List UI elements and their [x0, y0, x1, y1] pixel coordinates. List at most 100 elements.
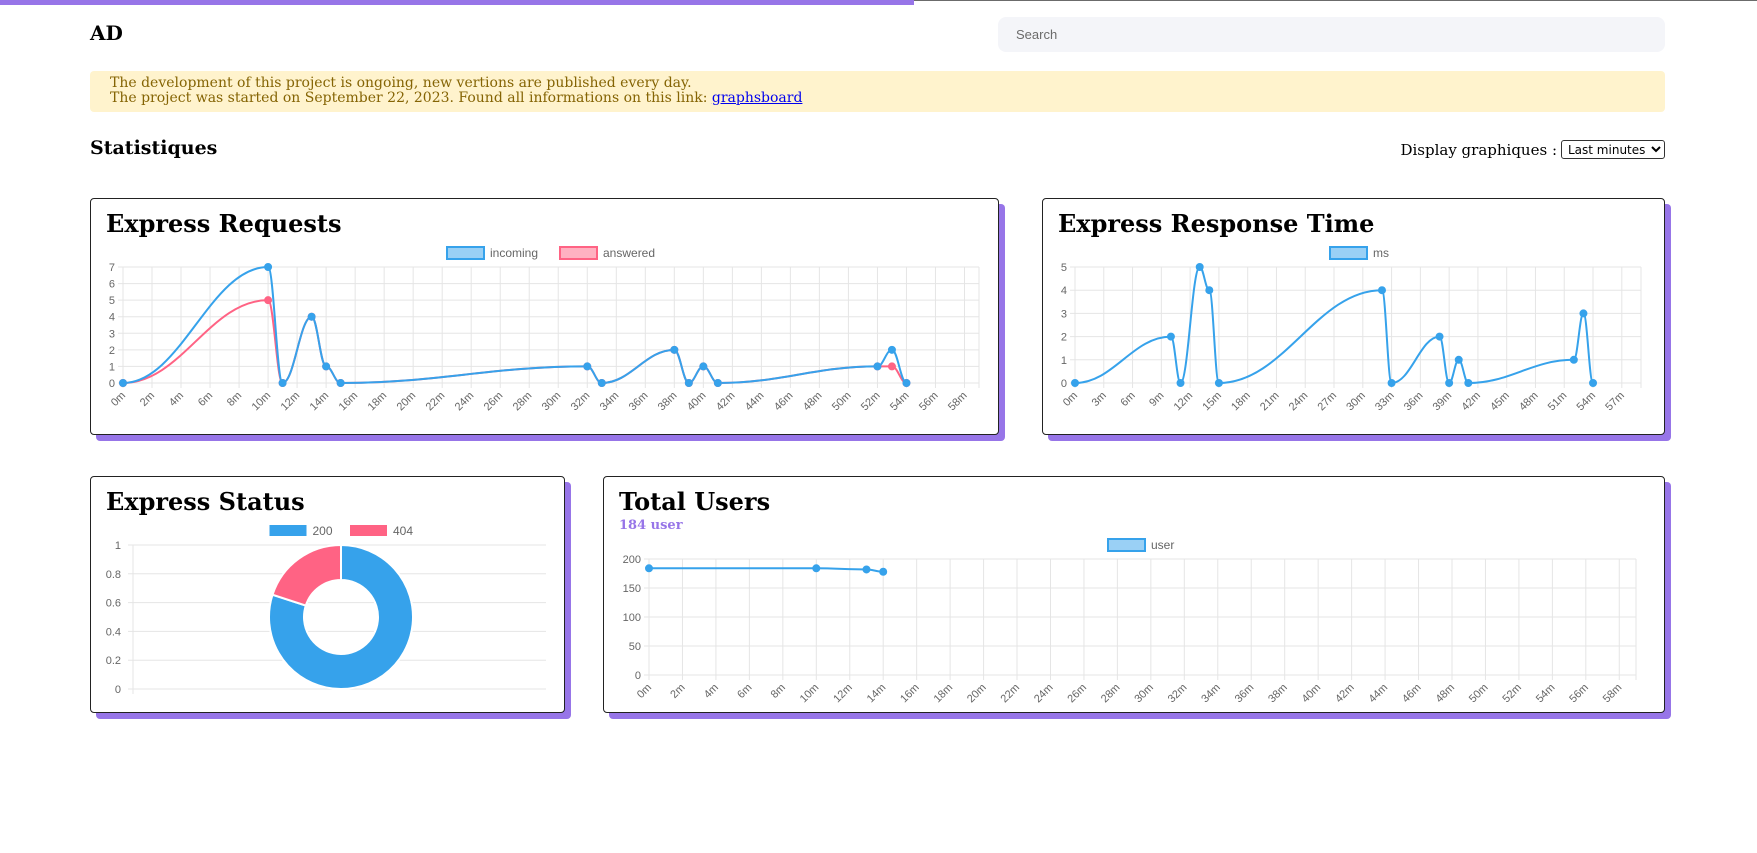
data-point-ms: [1377, 286, 1386, 295]
data-point-ms: [1205, 286, 1214, 295]
x-tick-label: 38m: [1266, 682, 1290, 706]
y-tick-label: 0.8: [106, 569, 121, 581]
legend-swatch-answered: [559, 246, 598, 260]
y-tick-label: 6: [109, 279, 115, 291]
data-point-incoming: [322, 362, 331, 371]
data-point-user: [879, 567, 888, 576]
legend-swatch-incoming: [446, 246, 485, 260]
x-tick-label: 4m: [702, 682, 721, 701]
search-input[interactable]: [998, 17, 1665, 52]
notice-line-2-text: The project was started on September 22,…: [110, 90, 708, 106]
x-tick-label: 18m: [366, 390, 390, 414]
data-point-ms: [1166, 332, 1175, 341]
display-graph-control: Display graphiques : Last minutes: [1400, 140, 1665, 159]
x-tick-label: 50m: [1467, 682, 1491, 706]
x-tick-label: 9m: [1147, 390, 1166, 409]
y-tick-label: 0: [1061, 378, 1067, 390]
x-tick-label: 32m: [1166, 682, 1190, 706]
x-tick-label: 0m: [1061, 390, 1080, 409]
y-tick-label: 0.2: [106, 655, 121, 667]
status-chart: 0 0.2 0.4 0.6 0.8 1 200 404: [106, 524, 546, 696]
display-period-select[interactable]: Last minutes: [1561, 140, 1665, 159]
x-tick-label: 28m: [1099, 682, 1123, 706]
notice-line-2: The project was started on September 22,…: [110, 91, 1645, 106]
data-point-incoming: [336, 379, 345, 387]
data-point-user: [812, 564, 821, 573]
series-line-user: [649, 567, 884, 573]
top-progress-bar: [0, 0, 914, 5]
data-point-incoming: [278, 379, 287, 387]
x-tick-label: 54m: [1534, 682, 1558, 706]
users-card: Total Users 184 user 0 50 100 150 200 0m 2m 4m 6…: [603, 476, 1665, 713]
data-point-ms: [1569, 355, 1578, 364]
y-tick-label: 4: [1061, 285, 1067, 297]
x-tick-label: 6m: [1118, 390, 1137, 409]
x-tick-label: 12m: [831, 682, 855, 706]
y-tick-label: 7: [109, 262, 115, 274]
display-label: Display graphiques :: [1400, 140, 1557, 159]
x-tick-label: 44m: [743, 390, 767, 414]
x-tick-label: 16m: [898, 682, 922, 706]
y-tick-label: 200: [623, 554, 641, 566]
data-point-user: [862, 565, 871, 574]
x-tick-label: 36m: [1402, 390, 1426, 414]
legend-label-ms: ms: [1373, 246, 1389, 260]
legend-swatch-user: [1107, 538, 1146, 552]
y-tick-label: 1: [1061, 355, 1067, 367]
x-tick-label: 24m: [1032, 682, 1056, 706]
x-tick-label: 30m: [1344, 390, 1368, 414]
y-tick-label: 50: [629, 641, 641, 653]
statistics-title: Statistiques: [90, 137, 218, 159]
x-tick-label: 30m: [540, 390, 564, 414]
x-tick-label: 12m: [1172, 390, 1196, 414]
data-point-incoming: [119, 379, 127, 387]
data-point-incoming: [887, 345, 896, 354]
data-point-ms: [1387, 379, 1396, 387]
x-tick-label: 40m: [1300, 682, 1324, 706]
data-point-incoming: [670, 345, 679, 354]
data-point-user: [645, 564, 653, 573]
y-tick-label: 2: [1061, 332, 1067, 344]
x-tick-label: 16m: [337, 390, 361, 414]
data-point-incoming: [699, 362, 708, 371]
x-tick-label: 38m: [656, 390, 680, 414]
y-tick-label: 2: [109, 345, 115, 357]
users-chart: 0 50 100 150 200 0m 2m 4m 6m 8m 10m 12m 14m 16m 18m 20m…: [623, 538, 1637, 706]
y-tick-label: 5: [1061, 262, 1067, 274]
pie-slice-404: [271, 543, 342, 607]
graphsboard-link[interactable]: graphsboard: [712, 90, 803, 106]
x-tick-label: 10m: [798, 682, 822, 706]
legend-label-answered: answered: [603, 246, 655, 260]
data-point-ms: [1579, 309, 1588, 318]
x-tick-label: 48m: [1517, 390, 1541, 414]
x-tick-label: 36m: [1233, 682, 1257, 706]
x-tick-label: 0m: [109, 390, 128, 409]
info-notice: The development of this project is ongoi…: [90, 71, 1665, 112]
y-tick-label: 150: [623, 583, 641, 595]
x-tick-label: 26m: [482, 390, 506, 414]
x-tick-label: 44m: [1367, 682, 1391, 706]
x-tick-label: 21m: [1258, 390, 1282, 414]
brand-logo[interactable]: AD: [90, 21, 123, 45]
x-tick-label: 27m: [1316, 390, 1340, 414]
x-tick-label: 18m: [932, 682, 956, 706]
response-time-card: Express Response Time 0 1 2 3 4 5 0m 3m 6m 9m 12m 1…: [1042, 198, 1665, 435]
data-point-ms: [1435, 332, 1444, 341]
x-tick-label: 24m: [1287, 390, 1311, 414]
x-tick-label: 20m: [395, 390, 419, 414]
x-tick-label: 8m: [225, 390, 244, 409]
data-point-incoming: [597, 379, 606, 387]
x-tick-label: 52m: [859, 390, 883, 414]
data-point-ms: [1195, 263, 1204, 271]
x-tick-label: 46m: [772, 390, 796, 414]
data-point-incoming: [583, 362, 592, 371]
x-tick-label: 14m: [308, 390, 332, 414]
y-tick-label: 5: [109, 295, 115, 307]
x-tick-label: 42m: [1459, 390, 1483, 414]
x-tick-label: 18m: [1229, 390, 1253, 414]
x-tick-label: 58m: [1601, 682, 1625, 706]
x-tick-label: 0m: [635, 682, 654, 701]
data-point-ms: [1454, 355, 1463, 364]
x-tick-label: 32m: [569, 390, 593, 414]
data-point-ms: [1464, 379, 1473, 387]
